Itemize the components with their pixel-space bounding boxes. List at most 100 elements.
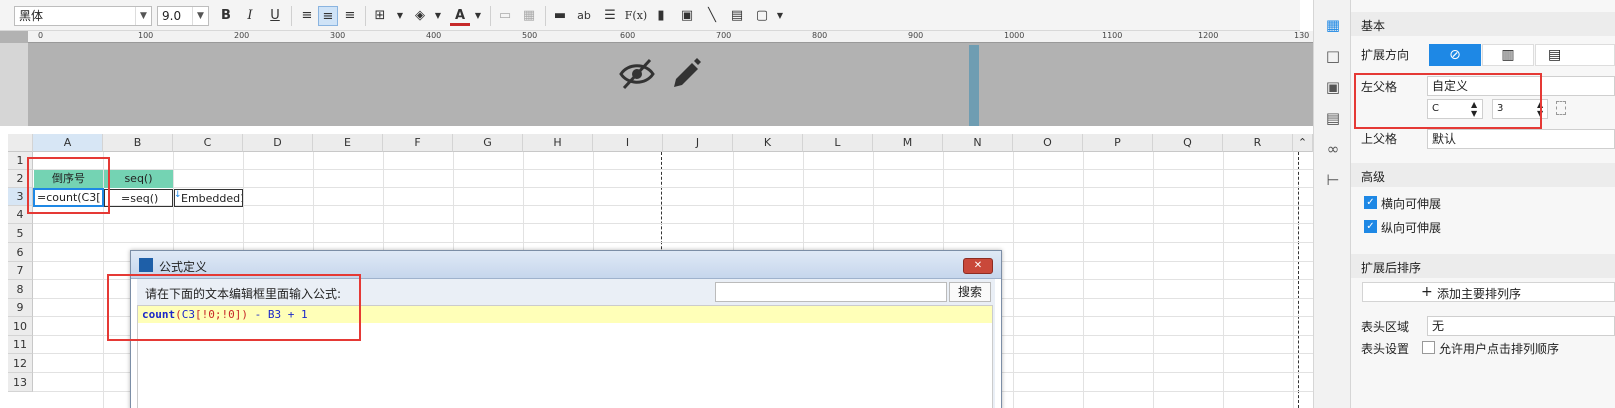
column-header-j[interactable]: J <box>663 134 733 152</box>
chevron-down-icon[interactable]: ▼ <box>770 6 790 26</box>
column-header-h[interactable]: H <box>523 134 593 152</box>
align-right-icon[interactable]: ≡ <box>340 6 360 26</box>
column-header-l[interactable]: L <box>803 134 873 152</box>
column-header-p[interactable]: P <box>1083 134 1153 152</box>
column-header-m[interactable]: M <box>873 134 943 152</box>
search-button[interactable]: 搜索 <box>949 282 991 302</box>
header-setting-label: 表头设置 <box>1361 342 1410 356</box>
search-input[interactable] <box>715 282 947 302</box>
report-designer: 黑体 ▼ 9.0 ▼ B I U ≡ ≡ ≡ ⊞ ▼ ◈ ▼ A ▼ ▭ ▦ ▬… <box>0 0 1615 408</box>
ruler-tick-label: 500 <box>522 31 538 40</box>
grid-corner[interactable] <box>8 134 33 152</box>
allow-user-sort-checkbox[interactable] <box>1422 341 1435 354</box>
image-icon[interactable]: ▣ <box>677 6 697 26</box>
column-header-b[interactable]: B <box>103 134 173 152</box>
advanced-section-label: 高级 <box>1361 170 1386 184</box>
font-size-select[interactable]: 9.0 ▼ <box>157 6 209 26</box>
align-center-icon[interactable]: ≡ <box>318 6 338 26</box>
cell-b2[interactable]: seq() <box>104 170 173 188</box>
row-header-12[interactable]: 12 <box>8 354 33 373</box>
cell-property-panel: 基本 扩展方向 ⊘ ▥ ▤ 左父格 自定义 C ▲ ▼ 3 ▲ ▼ 上父格 默认 高… <box>1351 0 1615 408</box>
column-header-g[interactable]: G <box>453 134 523 152</box>
column-header-f[interactable]: F <box>383 134 453 152</box>
eye-off-icon[interactable] <box>618 57 656 91</box>
chevron-down-icon[interactable]: ▼ <box>428 6 448 26</box>
split-cells-icon[interactable]: ▦ <box>519 6 539 26</box>
vertical-expand-checkbox[interactable]: ✓ <box>1364 220 1377 233</box>
font-family-value: 黑体 <box>19 9 44 23</box>
format-toolbar: 黑体 ▼ 9.0 ▼ B I U ≡ ≡ ≡ ⊞ ▼ ◈ ▼ A ▼ ▭ ▦ ▬… <box>0 0 1300 31</box>
close-button[interactable]: ✕ <box>963 258 993 274</box>
column-header-i[interactable]: I <box>593 134 663 152</box>
ruler-tick-label: 0 <box>38 31 44 40</box>
annotation-highlight <box>1354 73 1542 129</box>
chevron-down-icon[interactable]: ▼ <box>468 6 488 26</box>
row-header-7[interactable]: 7 <box>8 262 33 280</box>
chart-icon[interactable]: ▮ <box>651 6 671 26</box>
underline-button[interactable]: U <box>265 6 285 26</box>
tree-icon[interactable]: ⊢ <box>1322 169 1344 191</box>
column-header-n[interactable]: N <box>943 134 1013 152</box>
ruler-tick-label: 700 <box>716 31 732 40</box>
cell-b3[interactable]: =seq() <box>104 189 173 207</box>
plus-icon: + <box>1421 284 1433 300</box>
column-header-k[interactable]: K <box>733 134 803 152</box>
row-header-6[interactable]: 6 <box>8 243 33 262</box>
column-header-q[interactable]: Q <box>1153 134 1223 152</box>
column-header-o[interactable]: O <box>1013 134 1083 152</box>
horizontal-expand-checkbox[interactable]: ✓ <box>1364 196 1377 209</box>
insert-row-icon[interactable]: ▬ <box>550 6 570 26</box>
hyperlink-icon[interactable]: ∞ <box>1322 138 1344 160</box>
italic-button[interactable]: I <box>240 6 260 26</box>
widget-icon[interactable]: ▣ <box>1322 76 1344 98</box>
text-button[interactable]: ab <box>574 6 594 26</box>
vertical-expand-icon[interactable]: ▥ <box>1482 44 1534 66</box>
merge-cells-icon[interactable]: ▭ <box>495 6 515 26</box>
formula-button[interactable]: F(x) <box>624 6 648 26</box>
border-icon[interactable]: ⊞ <box>370 6 390 26</box>
cell-picker-icon[interactable] <box>1556 101 1566 115</box>
paragraph-icon[interactable]: ☰ <box>600 6 620 26</box>
style-icon[interactable]: □ <box>1322 45 1344 67</box>
grid-line <box>1013 152 1014 408</box>
horizontal-expand-label: 横向可伸展 <box>1381 197 1442 211</box>
frame-icon[interactable]: ▢ <box>752 6 772 26</box>
no-expand-icon[interactable]: ⊘ <box>1429 44 1481 66</box>
upper-parent-label: 上父格 <box>1361 132 1398 146</box>
fill-color-icon[interactable]: ◈ <box>410 6 430 26</box>
column-header-d[interactable]: D <box>243 134 313 152</box>
ruler-tick-label: 1200 <box>1198 31 1219 40</box>
row-header-8[interactable]: 8 <box>8 280 33 299</box>
column-header-e[interactable]: E <box>313 134 383 152</box>
slash-icon[interactable]: ╲ <box>702 6 722 26</box>
column-header-c[interactable]: C <box>173 134 243 152</box>
header-area-select[interactable]: 无 <box>1427 316 1615 336</box>
chevron-down-icon[interactable]: ▼ <box>390 6 410 26</box>
font-family-select[interactable]: 黑体 ▼ <box>14 6 152 26</box>
column-header-r[interactable]: R <box>1223 134 1293 152</box>
row-header-5[interactable]: 5 <box>8 224 33 243</box>
upper-parent-select[interactable]: 默认 <box>1427 129 1615 149</box>
bold-button[interactable]: B <box>216 6 236 26</box>
font-color-button[interactable]: A <box>450 6 470 26</box>
cell-c3[interactable]: Embedded1. <box>174 189 243 207</box>
column-header-a[interactable]: A <box>33 134 103 152</box>
horizontal-expand-icon[interactable]: ▤ <box>1535 44 1615 66</box>
allow-user-sort-label: 允许用户点击排列顺序 <box>1439 342 1560 356</box>
condition-icon[interactable]: ▤ <box>1322 107 1344 129</box>
grid-line <box>1223 152 1224 408</box>
sub-report-icon[interactable]: ▤ <box>727 6 747 26</box>
row-header-9[interactable]: 9 <box>8 299 33 317</box>
align-left-icon[interactable]: ≡ <box>297 6 317 26</box>
row-header-13[interactable]: 13 <box>8 373 33 392</box>
chevron-up-icon[interactable]: ⌃ <box>1293 134 1313 152</box>
edit-pencil-icon[interactable] <box>670 57 702 91</box>
horizontal-ruler: 0 100 200 300 400 500 600 700 800 900 10… <box>28 31 1313 43</box>
toolbar-divider <box>291 6 292 26</box>
ruler-tick-label: 1100 <box>1102 31 1123 40</box>
row-header-10[interactable]: 10 <box>8 317 33 336</box>
section-header <box>1351 163 1615 187</box>
row-header-11[interactable]: 11 <box>8 336 33 354</box>
cell-attributes-icon[interactable]: ▦ <box>1322 14 1344 36</box>
add-primary-sort-button[interactable]: + 添加主要排列序 <box>1362 282 1615 302</box>
